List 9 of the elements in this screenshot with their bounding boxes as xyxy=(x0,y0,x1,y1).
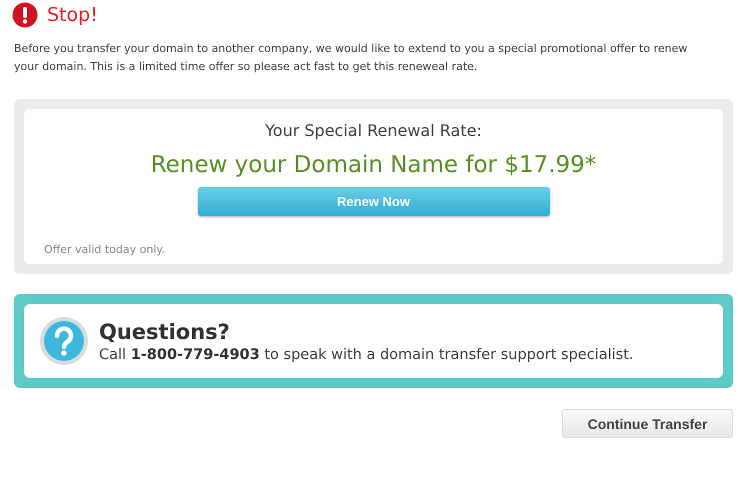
help-icon xyxy=(39,316,89,366)
offer-headline: Renew your Domain Name for $17.99* xyxy=(150,152,596,178)
continue-transfer-button[interactable]: Continue Transfer xyxy=(562,409,733,438)
questions-text: Call 1-800-779-4903 to speak with a domain transfer support specialist. xyxy=(99,346,634,362)
offer-note: Offer valid today only. xyxy=(44,243,165,256)
questions-title: Questions? xyxy=(99,320,231,344)
intro-text: Before you transfer your domain to another company, we would like to extend to you a special promotional offer to renew your domain. This is a limited time offer so please act fast to get this reneweal rate. xyxy=(14,41,688,75)
offer-title: Your Special Renewal Rate: xyxy=(265,121,482,140)
page-heading: Stop! xyxy=(47,4,98,26)
